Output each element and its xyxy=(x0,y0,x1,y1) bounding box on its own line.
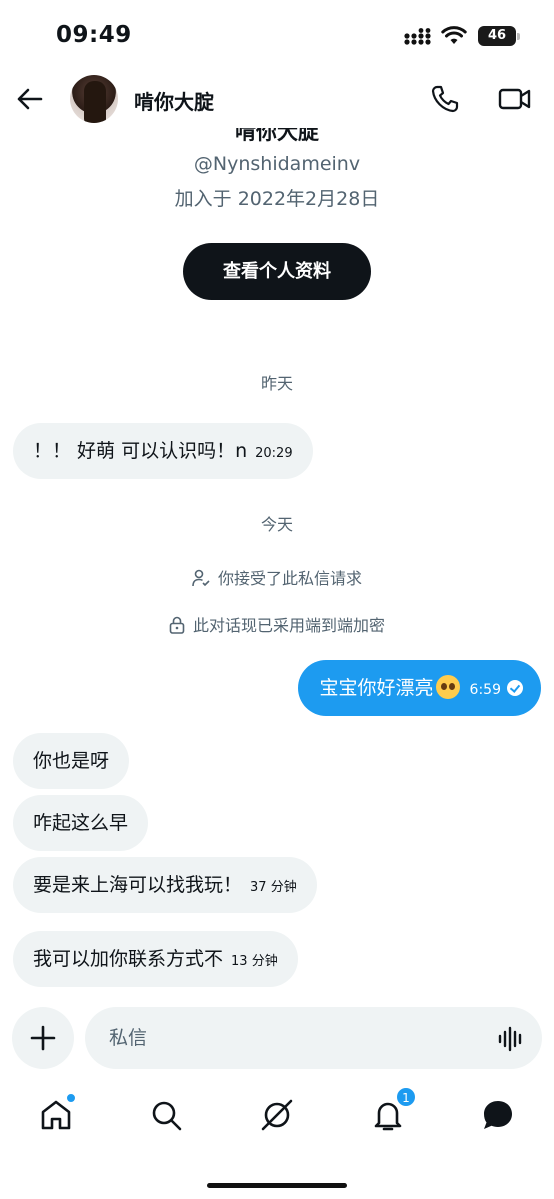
nav-search[interactable] xyxy=(148,1097,184,1133)
message-time: 37 分钟 xyxy=(250,880,297,895)
system-message-encrypted: 此对话现已采用端到端加密 xyxy=(0,612,554,636)
system-message-accepted: 你接受了此私信请求 xyxy=(0,565,554,589)
message-input[interactable] xyxy=(85,1007,542,1069)
message-time: 6:59 xyxy=(469,682,501,698)
message-time: 13 分钟 xyxy=(231,954,278,969)
battery-level: 46 xyxy=(487,28,507,43)
system-text-encrypted: 此对话现已采用端到端加密 xyxy=(192,616,385,635)
video-camera-icon[interactable] xyxy=(498,84,532,114)
lock-icon xyxy=(169,616,185,634)
header-name[interactable]: 啃你大腚 xyxy=(134,86,214,115)
person-check-icon xyxy=(192,569,210,587)
message-bubble-incoming[interactable]: ！！ 好萌 可以认识吗！n 20:29 xyxy=(13,423,313,479)
message-time: 20:29 xyxy=(255,446,293,461)
avatar[interactable] xyxy=(70,75,118,123)
day-label-yesterday: 昨天 xyxy=(260,374,293,393)
profile-name-text: 啃你大腚 xyxy=(235,128,319,144)
notification-badge: 1 xyxy=(396,1087,416,1107)
unread-dot xyxy=(66,1093,76,1103)
system-text-accepted: 你接受了此私信请求 xyxy=(217,569,362,588)
message-bubble-incoming[interactable]: 我可以加你联系方式不 13 分钟 xyxy=(13,931,298,987)
nav-messages[interactable] xyxy=(480,1097,516,1133)
profile-handle: @Nynshidameinv xyxy=(193,153,361,175)
message-text: 你也是呀 xyxy=(33,750,110,772)
message-text: ！！ 好萌 可以认识吗！n xyxy=(33,440,248,462)
message-composer xyxy=(0,1007,554,1071)
plus-icon xyxy=(30,1025,56,1051)
message-text: 宝宝你好漂亮 xyxy=(319,677,434,699)
battery-tip xyxy=(517,33,520,40)
chat-header: 啃你大腚 xyxy=(0,70,554,128)
day-label-today: 今天 xyxy=(260,515,293,534)
cellular-signal-icon xyxy=(404,28,431,45)
bottom-nav: 1 xyxy=(0,1085,554,1147)
message-text: 我可以加你联系方式不 xyxy=(33,948,224,970)
chat-bubble-icon xyxy=(484,1101,512,1129)
message-bubble-incoming[interactable]: 要是来上海可以找我玩！ 37 分钟 xyxy=(13,857,317,913)
nav-grok[interactable] xyxy=(259,1097,295,1133)
profile-name: 啃你大腚 xyxy=(0,128,554,146)
message-text: 要是来上海可以找我玩！ xyxy=(33,874,243,896)
nav-home[interactable] xyxy=(38,1093,76,1133)
status-time: 09:49 xyxy=(56,22,132,48)
pleading-face-emoji-icon xyxy=(435,675,460,699)
message-text: 咋起这么早 xyxy=(33,812,129,834)
grok-icon xyxy=(261,1099,293,1131)
view-profile-button[interactable]: 查看个人资料 xyxy=(183,243,371,300)
profile-joined-date: 加入于 2022年2月28日 xyxy=(174,188,380,210)
nav-notifications[interactable]: 1 xyxy=(370,1087,416,1133)
phone-icon[interactable] xyxy=(430,84,460,114)
add-media-button[interactable] xyxy=(12,1007,74,1069)
status-bar: 09:49 46 xyxy=(0,0,554,70)
avatar-figure xyxy=(84,81,106,123)
arrow-left-icon[interactable] xyxy=(14,84,44,114)
message-bubble-incoming[interactable]: 咋起这么早 xyxy=(13,795,149,851)
message-bubble-incoming[interactable]: 你也是呀 xyxy=(13,733,130,789)
voice-waveform-icon[interactable] xyxy=(497,1025,525,1053)
search-icon xyxy=(152,1101,182,1131)
wifi-icon xyxy=(441,26,467,44)
battery-icon: 46 xyxy=(478,26,520,46)
home-indicator xyxy=(207,1183,347,1188)
read-receipt-icon xyxy=(507,680,523,696)
message-bubble-outgoing[interactable]: 宝宝你好漂亮 6:59 xyxy=(297,660,541,716)
